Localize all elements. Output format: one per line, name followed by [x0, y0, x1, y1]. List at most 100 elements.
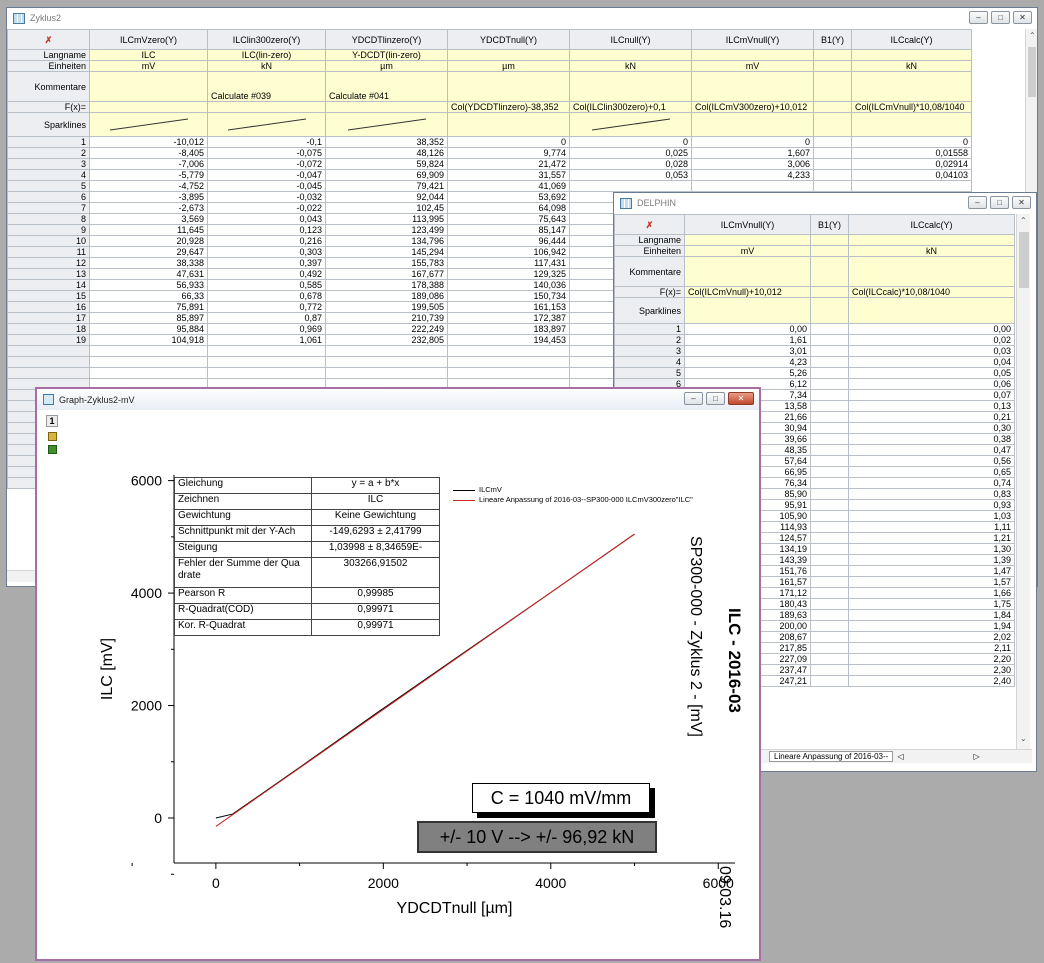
data-cell[interactable]: 134,796: [325, 235, 448, 247]
data-cell[interactable]: [813, 180, 852, 192]
langname-cell[interactable]: [569, 49, 692, 61]
sparklines-cell[interactable]: [684, 297, 811, 324]
fx-cell[interactable]: Col(ILCmVnull)+10,012: [684, 286, 811, 298]
maximize-button[interactable]: □: [990, 196, 1009, 209]
data-cell[interactable]: [810, 642, 849, 654]
data-cell[interactable]: [813, 158, 852, 170]
data-cell[interactable]: 20,928: [89, 235, 208, 247]
data-cell[interactable]: 0,01558: [851, 147, 972, 159]
einheiten-cell[interactable]: [810, 245, 849, 257]
data-cell[interactable]: 0,05: [848, 367, 1015, 379]
data-cell[interactable]: 41,069: [447, 180, 570, 192]
data-cell[interactable]: 123,499: [325, 224, 448, 236]
scroll-thumb[interactable]: [1019, 232, 1029, 288]
sparklines-cell[interactable]: [848, 297, 1015, 324]
data-cell[interactable]: [810, 488, 849, 500]
column-header[interactable]: ILClin300zero(Y): [207, 29, 326, 50]
data-cell[interactable]: 0,216: [207, 235, 326, 247]
meta-row-label[interactable]: Langname: [7, 49, 90, 61]
minimize-button[interactable]: –: [969, 11, 988, 24]
data-cell[interactable]: 210,739: [325, 312, 448, 324]
data-cell[interactable]: 75,643: [447, 213, 570, 225]
data-cell[interactable]: 145,294: [325, 246, 448, 258]
data-cell[interactable]: -0,045: [207, 180, 326, 192]
data-cell[interactable]: 232,805: [325, 334, 448, 346]
data-cell[interactable]: 2,11: [848, 642, 1015, 654]
einheiten-cell[interactable]: mV: [89, 60, 208, 72]
column-header[interactable]: B1(Y): [810, 214, 849, 235]
column-header[interactable]: ILCcalc(Y): [848, 214, 1015, 235]
scroll-down-icon[interactable]: ⌄: [1020, 734, 1027, 743]
empty-cell[interactable]: [447, 345, 570, 357]
row-number[interactable]: 12: [7, 257, 90, 269]
data-cell[interactable]: 59,824: [325, 158, 448, 170]
row-number[interactable]: 5: [7, 180, 90, 192]
row-number[interactable]: 18: [7, 323, 90, 335]
row-number[interactable]: 15: [7, 290, 90, 302]
data-cell[interactable]: 0: [569, 136, 692, 148]
langname-cell[interactable]: Y-DCDT(lin-zero): [325, 49, 448, 61]
sparkline-cell[interactable]: [89, 112, 208, 137]
data-cell[interactable]: -0,022: [207, 202, 326, 214]
data-cell[interactable]: 1,94: [848, 620, 1015, 632]
einheiten-cell[interactable]: kN: [848, 245, 1015, 257]
row-number[interactable]: 10: [7, 235, 90, 247]
empty-cell[interactable]: [447, 367, 570, 379]
data-cell[interactable]: 0,30: [848, 422, 1015, 434]
kommentare-cell[interactable]: [848, 256, 1015, 287]
data-cell[interactable]: [810, 389, 849, 401]
data-cell[interactable]: [810, 433, 849, 445]
sparkline-cell[interactable]: [569, 112, 692, 137]
data-cell[interactable]: 0,00: [848, 323, 1015, 335]
column-header[interactable]: YDCDTnull(Y): [447, 29, 570, 50]
data-cell[interactable]: 4,23: [684, 356, 811, 368]
data-cell[interactable]: 1,57: [848, 576, 1015, 588]
data-cell[interactable]: -10,012: [89, 136, 208, 148]
langname-cell[interactable]: [447, 49, 570, 61]
fx-cell[interactable]: [813, 101, 852, 113]
row-number[interactable]: 3: [614, 345, 685, 357]
fx-cell[interactable]: Col(YDCDTlinzero)-38,352: [447, 101, 570, 113]
tab-scroll-left-icon[interactable]: ◁: [897, 752, 903, 761]
data-cell[interactable]: -0,072: [207, 158, 326, 170]
meta-row-label[interactable]: F(x)=: [614, 286, 685, 298]
data-cell[interactable]: 4,233: [691, 169, 814, 181]
einheiten-cell[interactable]: kN: [207, 60, 326, 72]
data-cell[interactable]: 0,21: [848, 411, 1015, 423]
data-cell[interactable]: 53,692: [447, 191, 570, 203]
data-cell[interactable]: -5,779: [89, 169, 208, 181]
sparkline-cell[interactable]: [207, 112, 326, 137]
data-cell[interactable]: 1,03: [848, 510, 1015, 522]
range-note-box[interactable]: +/- 10 V --> +/- 96,92 kN: [417, 821, 657, 853]
data-cell[interactable]: 0,04: [848, 356, 1015, 368]
data-cell[interactable]: [810, 345, 849, 357]
table-row[interactable]: 2 1,61 0,02: [614, 334, 1015, 346]
data-cell[interactable]: 0,74: [848, 477, 1015, 489]
row-number[interactable]: 2: [7, 147, 90, 159]
row-number[interactable]: 4: [614, 356, 685, 368]
close-button[interactable]: ✕: [728, 392, 754, 405]
row-number[interactable]: 16: [7, 301, 90, 313]
fx-cell[interactable]: [207, 101, 326, 113]
kommentare-cell[interactable]: [684, 256, 811, 287]
meta-row-label[interactable]: Kommentare: [614, 256, 685, 287]
data-cell[interactable]: [810, 565, 849, 577]
data-cell[interactable]: 117,431: [447, 257, 570, 269]
data-cell[interactable]: 2,20: [848, 653, 1015, 665]
einheiten-cell[interactable]: µm: [325, 60, 448, 72]
data-cell[interactable]: [810, 576, 849, 588]
einheiten-cell[interactable]: kN: [851, 60, 972, 72]
data-cell[interactable]: 2,30: [848, 664, 1015, 676]
data-cell[interactable]: 92,044: [325, 191, 448, 203]
data-cell[interactable]: 161,153: [447, 301, 570, 313]
row-number[interactable]: 1: [614, 323, 685, 335]
data-cell[interactable]: 0: [447, 136, 570, 148]
maximize-button[interactable]: □: [706, 392, 725, 405]
empty-cell[interactable]: [89, 356, 208, 368]
data-cell[interactable]: 150,734: [447, 290, 570, 302]
table-row[interactable]: 5 5,26 0,05: [614, 367, 1015, 379]
data-cell[interactable]: 104,918: [89, 334, 208, 346]
data-cell[interactable]: 1,11: [848, 521, 1015, 533]
langname-cell[interactable]: [691, 49, 814, 61]
row-number[interactable]: 1: [7, 136, 90, 148]
